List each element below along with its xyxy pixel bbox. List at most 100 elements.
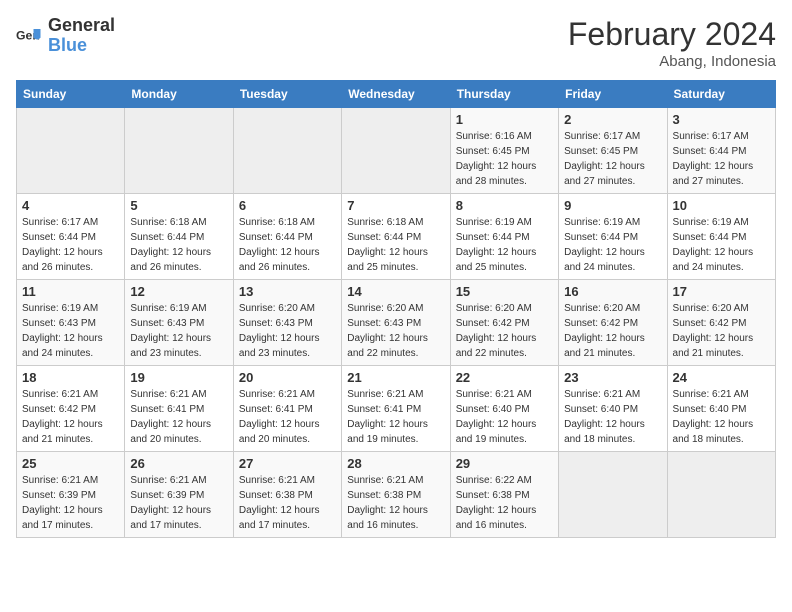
day-info: Sunrise: 6:19 AMSunset: 6:43 PMDaylight:… <box>22 301 119 361</box>
calendar-week-row: 25Sunrise: 6:21 AMSunset: 6:39 PMDayligh… <box>17 452 776 538</box>
day-number: 20 <box>239 370 336 385</box>
calendar-cell: 16 Sunrise: 6:20 AMSunset: 6:42 PMDayligh… <box>559 280 667 366</box>
month-title: February 2024 <box>568 16 776 53</box>
weekday-header: Saturday <box>667 81 775 108</box>
calendar-cell: 7 Sunrise: 6:18 AMSunset: 6:44 PMDaylight… <box>342 194 450 280</box>
calendar-cell: 5 Sunrise: 6:18 AMSunset: 6:44 PMDaylight… <box>125 194 233 280</box>
calendar-cell: 2 Sunrise: 6:17 AMSunset: 6:45 PMDaylight… <box>559 108 667 194</box>
day-number: 24 <box>673 370 770 385</box>
calendar-cell: 9 Sunrise: 6:19 AMSunset: 6:44 PMDaylight… <box>559 194 667 280</box>
day-number: 28 <box>347 456 444 471</box>
day-info: Sunrise: 6:22 AMSunset: 6:38 PMDaylight:… <box>456 473 553 533</box>
calendar-cell: 18Sunrise: 6:21 AMSunset: 6:42 PMDayligh… <box>17 366 125 452</box>
day-info: Sunrise: 6:19 AMSunset: 6:43 PMDaylight:… <box>130 301 227 361</box>
calendar-week-row: 11 Sunrise: 6:19 AMSunset: 6:43 PMDayligh… <box>17 280 776 366</box>
day-number: 21 <box>347 370 444 385</box>
calendar-cell: 17 Sunrise: 6:20 AMSunset: 6:42 PMDayligh… <box>667 280 775 366</box>
calendar-cell: 12 Sunrise: 6:19 AMSunset: 6:43 PMDayligh… <box>125 280 233 366</box>
weekday-header: Monday <box>125 81 233 108</box>
calendar-cell: 24 Sunrise: 6:21 AMSunset: 6:40 PMDayligh… <box>667 366 775 452</box>
calendar-cell: 10 Sunrise: 6:19 AMSunset: 6:44 PMDayligh… <box>667 194 775 280</box>
day-number: 16 <box>564 284 661 299</box>
day-info: Sunrise: 6:17 AMSunset: 6:44 PMDaylight:… <box>673 129 770 189</box>
calendar-cell: 14Sunrise: 6:20 AMSunset: 6:43 PMDayligh… <box>342 280 450 366</box>
day-number: 5 <box>130 198 227 213</box>
day-number: 11 <box>22 284 119 299</box>
day-number: 12 <box>130 284 227 299</box>
day-info: Sunrise: 6:20 AMSunset: 6:42 PMDaylight:… <box>673 301 770 361</box>
calendar-cell: 25Sunrise: 6:21 AMSunset: 6:39 PMDayligh… <box>17 452 125 538</box>
day-number: 17 <box>673 284 770 299</box>
day-info: Sunrise: 6:20 AMSunset: 6:42 PMDaylight:… <box>456 301 553 361</box>
day-info: Sunrise: 6:16 AMSunset: 6:45 PMDaylight:… <box>456 129 553 189</box>
calendar-cell <box>342 108 450 194</box>
calendar-cell: 11 Sunrise: 6:19 AMSunset: 6:43 PMDayligh… <box>17 280 125 366</box>
day-info: Sunrise: 6:21 AMSunset: 6:38 PMDaylight:… <box>239 473 336 533</box>
calendar-cell: 8 Sunrise: 6:19 AMSunset: 6:44 PMDaylight… <box>450 194 558 280</box>
day-number: 26 <box>130 456 227 471</box>
day-number: 2 <box>564 112 661 127</box>
weekday-header: Tuesday <box>233 81 341 108</box>
calendar-cell <box>559 452 667 538</box>
day-info: Sunrise: 6:18 AMSunset: 6:44 PMDaylight:… <box>130 215 227 275</box>
day-info: Sunrise: 6:21 AMSunset: 6:38 PMDaylight:… <box>347 473 444 533</box>
day-info: Sunrise: 6:18 AMSunset: 6:44 PMDaylight:… <box>239 215 336 275</box>
day-number: 8 <box>456 198 553 213</box>
calendar-cell <box>233 108 341 194</box>
day-info: Sunrise: 6:20 AMSunset: 6:43 PMDaylight:… <box>239 301 336 361</box>
day-number: 7 <box>347 198 444 213</box>
day-number: 15 <box>456 284 553 299</box>
calendar-cell: 6 Sunrise: 6:18 AMSunset: 6:44 PMDaylight… <box>233 194 341 280</box>
day-number: 10 <box>673 198 770 213</box>
weekday-header: Friday <box>559 81 667 108</box>
day-info: Sunrise: 6:21 AMSunset: 6:41 PMDaylight:… <box>239 387 336 447</box>
day-number: 3 <box>673 112 770 127</box>
day-info: Sunrise: 6:21 AMSunset: 6:41 PMDaylight:… <box>130 387 227 447</box>
day-number: 6 <box>239 198 336 213</box>
calendar-cell: 1 Sunrise: 6:16 AMSunset: 6:45 PMDaylight… <box>450 108 558 194</box>
calendar-cell: 29 Sunrise: 6:22 AMSunset: 6:38 PMDayligh… <box>450 452 558 538</box>
calendar-cell: 23Sunrise: 6:21 AMSunset: 6:40 PMDayligh… <box>559 366 667 452</box>
day-number: 1 <box>456 112 553 127</box>
day-info: Sunrise: 6:21 AMSunset: 6:40 PMDaylight:… <box>456 387 553 447</box>
calendar-cell: 3 Sunrise: 6:17 AMSunset: 6:44 PMDaylight… <box>667 108 775 194</box>
title-block: February 2024 Abang, Indonesia <box>568 16 776 70</box>
day-info: Sunrise: 6:17 AMSunset: 6:45 PMDaylight:… <box>564 129 661 189</box>
calendar-week-row: 4 Sunrise: 6:17 AMSunset: 6:44 PMDaylight… <box>17 194 776 280</box>
calendar-week-row: 18Sunrise: 6:21 AMSunset: 6:42 PMDayligh… <box>17 366 776 452</box>
calendar-cell <box>17 108 125 194</box>
day-info: Sunrise: 6:19 AMSunset: 6:44 PMDaylight:… <box>564 215 661 275</box>
day-info: Sunrise: 6:21 AMSunset: 6:40 PMDaylight:… <box>673 387 770 447</box>
day-info: Sunrise: 6:20 AMSunset: 6:42 PMDaylight:… <box>564 301 661 361</box>
day-number: 29 <box>456 456 553 471</box>
day-number: 22 <box>456 370 553 385</box>
day-number: 23 <box>564 370 661 385</box>
day-info: Sunrise: 6:19 AMSunset: 6:44 PMDaylight:… <box>673 215 770 275</box>
calendar-cell: 22 Sunrise: 6:21 AMSunset: 6:40 PMDayligh… <box>450 366 558 452</box>
day-number: 9 <box>564 198 661 213</box>
weekday-header: Thursday <box>450 81 558 108</box>
day-number: 19 <box>130 370 227 385</box>
day-info: Sunrise: 6:21 AMSunset: 6:39 PMDaylight:… <box>22 473 119 533</box>
day-number: 4 <box>22 198 119 213</box>
day-info: Sunrise: 6:20 AMSunset: 6:43 PMDaylight:… <box>347 301 444 361</box>
calendar-week-row: 1 Sunrise: 6:16 AMSunset: 6:45 PMDaylight… <box>17 108 776 194</box>
logo-icon: Gen <box>16 22 44 50</box>
day-info: Sunrise: 6:21 AMSunset: 6:39 PMDaylight:… <box>130 473 227 533</box>
day-info: Sunrise: 6:17 AMSunset: 6:44 PMDaylight:… <box>22 215 119 275</box>
weekday-header: Sunday <box>17 81 125 108</box>
calendar-cell: 20 Sunrise: 6:21 AMSunset: 6:41 PMDayligh… <box>233 366 341 452</box>
weekday-header-row: SundayMondayTuesdayWednesdayThursdayFrid… <box>17 81 776 108</box>
calendar-cell: 19 Sunrise: 6:21 AMSunset: 6:41 PMDayligh… <box>125 366 233 452</box>
calendar-cell: 28 Sunrise: 6:21 AMSunset: 6:38 PMDayligh… <box>342 452 450 538</box>
calendar-cell: 21 Sunrise: 6:21 AMSunset: 6:41 PMDayligh… <box>342 366 450 452</box>
day-info: Sunrise: 6:21 AMSunset: 6:41 PMDaylight:… <box>347 387 444 447</box>
calendar-cell: 4 Sunrise: 6:17 AMSunset: 6:44 PMDaylight… <box>17 194 125 280</box>
calendar-cell <box>125 108 233 194</box>
day-number: 27 <box>239 456 336 471</box>
calendar-table: SundayMondayTuesdayWednesdayThursdayFrid… <box>16 80 776 538</box>
day-info: Sunrise: 6:18 AMSunset: 6:44 PMDaylight:… <box>347 215 444 275</box>
day-info: Sunrise: 6:19 AMSunset: 6:44 PMDaylight:… <box>456 215 553 275</box>
day-number: 18 <box>22 370 119 385</box>
page-header: Gen General Blue February 2024 Abang, In… <box>16 16 776 70</box>
